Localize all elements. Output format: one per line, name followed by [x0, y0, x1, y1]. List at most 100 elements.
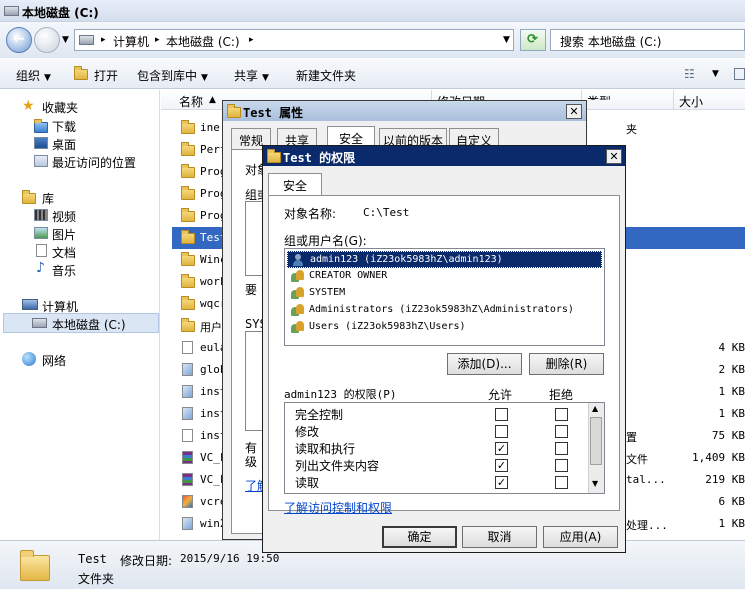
search-input[interactable]: 搜索 本地磁盘 (C:) — [550, 29, 745, 51]
file-icon — [182, 451, 193, 464]
file-icon — [182, 363, 193, 376]
group-icon — [291, 304, 305, 317]
col-size[interactable]: 大小 — [679, 93, 703, 110]
permissions-close-button[interactable]: ✕ — [606, 149, 622, 164]
favorites-star-icon: ★ — [22, 98, 35, 114]
folder-icon — [267, 149, 281, 163]
learn-access-control-link[interactable]: 了解访问控制和权限 — [284, 499, 392, 516]
folder-icon — [227, 104, 241, 118]
col-name[interactable]: 名称 — [179, 93, 203, 110]
window-titlebar: 本地磁盘 (C:) — [0, 0, 745, 22]
file-size: 6 KB — [718, 495, 745, 508]
allow-checkbox[interactable]: ✓ — [495, 442, 508, 455]
nav-desktop[interactable]: 桌面 — [52, 136, 76, 153]
window-title: 本地磁盘 (C:) — [22, 6, 99, 20]
nav-videos[interactable]: 视频 — [52, 208, 76, 225]
permissions-for-label: admin123 的权限(P) — [284, 388, 397, 401]
properties-title: Test 属性 — [243, 106, 304, 120]
allow-checkbox[interactable] — [495, 408, 508, 421]
user-list-item[interactable]: admin123 (iZ23ok5983hZ\admin123) — [287, 251, 602, 268]
view-dropdown-icon[interactable]: ▼ — [712, 69, 719, 79]
nav-recent[interactable]: 最近访问的位置 — [52, 154, 136, 171]
open-button[interactable]: 打开 — [74, 66, 119, 84]
cancel-button[interactable]: 取消 — [462, 526, 537, 548]
nav-downloads[interactable]: 下载 — [52, 118, 76, 135]
deny-checkbox[interactable] — [555, 476, 568, 489]
local-disk-icon — [32, 318, 47, 328]
col-type[interactable]: 类型 — [587, 93, 611, 100]
include-library-button[interactable]: 包含到库中 ▼ — [137, 67, 208, 84]
user-list-item[interactable]: Administrators (iZ23ok5983hZ\Administrat… — [287, 302, 602, 319]
nav-favorites[interactable]: 收藏夹 — [42, 99, 78, 116]
history-dropdown-icon[interactable]: ▼ — [62, 35, 69, 45]
allow-checkbox[interactable]: ✓ — [495, 476, 508, 489]
permission-name: 读取 — [295, 476, 320, 490]
view-options-icon[interactable]: ☷ — [684, 67, 695, 81]
tab-security[interactable]: 安全 — [268, 173, 322, 196]
refresh-button[interactable]: ⟳ — [520, 29, 546, 51]
share-button[interactable]: 共享 ▼ — [234, 67, 269, 84]
pictures-icon — [34, 227, 48, 239]
nav-pictures[interactable]: 图片 — [52, 226, 76, 243]
forward-button[interactable]: → — [34, 27, 60, 53]
deny-column-label: 拒绝 — [549, 388, 574, 402]
user-name: admin123 (iZ23ok5983hZ\admin123) — [310, 254, 503, 265]
allow-checkbox[interactable]: ✓ — [495, 459, 508, 472]
permission-name: 修改 — [295, 425, 320, 439]
user-list-item[interactable]: SYSTEM — [287, 285, 602, 302]
props-edit-label: 要 — [245, 283, 258, 297]
folder-large-icon — [20, 550, 50, 581]
documents-icon — [36, 244, 47, 257]
file-name: ine — [200, 121, 220, 134]
user-list-item[interactable]: CREATOR OWNER — [287, 268, 602, 285]
allow-checkbox[interactable] — [495, 425, 508, 438]
nav-network[interactable]: 网络 — [42, 352, 66, 369]
nav-music[interactable]: 音乐 — [52, 262, 76, 279]
nav-local-disk[interactable]: 本地磁盘 (C:) — [52, 316, 126, 333]
nav-libraries[interactable]: 库 — [42, 190, 54, 207]
address-field[interactable]: ▸ 计算机 ▸ 本地磁盘 (C:) ▸ ▼ — [74, 29, 514, 51]
chevron-right-icon[interactable]: ▸ — [249, 35, 254, 45]
back-button[interactable]: ← — [6, 27, 32, 53]
permission-scrollbar[interactable]: ▲ ▼ — [588, 403, 604, 493]
search-placeholder: 搜索 本地磁盘 (C:) — [560, 35, 662, 49]
user-list[interactable]: admin123 (iZ23ok5983hZ\admin123) CREATOR … — [284, 248, 605, 346]
chevron-right-icon[interactable]: ▸ — [101, 35, 106, 45]
scroll-up-icon[interactable]: ▲ — [592, 404, 598, 413]
organize-button[interactable]: 组织 ▼ — [16, 67, 51, 84]
nav-documents[interactable]: 文档 — [52, 244, 76, 261]
file-icon — [182, 495, 193, 508]
folder-icon — [181, 274, 195, 288]
preview-pane-icon[interactable] — [734, 68, 745, 80]
file-type: 置 — [626, 431, 637, 444]
deny-checkbox[interactable] — [555, 459, 568, 472]
folder-icon — [181, 318, 195, 332]
user-list-item[interactable]: Users (iZ23ok5983hZ\Users) — [287, 319, 602, 336]
new-folder-button[interactable]: 新建文件夹 — [296, 67, 356, 84]
add-button[interactable]: 添加(D)... — [447, 353, 522, 375]
folder-icon — [181, 142, 195, 156]
folder-icon — [74, 66, 88, 80]
chevron-down-icon: ▼ — [44, 73, 51, 83]
properties-close-button[interactable]: ✕ — [566, 104, 582, 119]
deny-checkbox[interactable] — [555, 408, 568, 421]
crumb-computer[interactable]: 计算机 — [113, 33, 149, 50]
deny-checkbox[interactable] — [555, 442, 568, 455]
crumb-local-disk[interactable]: 本地磁盘 (C:) — [166, 33, 240, 50]
group-icon — [291, 287, 305, 300]
address-dropdown-icon[interactable]: ▼ — [503, 35, 510, 45]
deny-checkbox[interactable] — [555, 425, 568, 438]
remove-button[interactable]: 删除(R) — [529, 353, 604, 375]
ok-button[interactable]: 确定 — [382, 526, 457, 548]
scroll-thumb[interactable] — [590, 417, 602, 465]
open-label: 打开 — [94, 69, 119, 83]
desktop-icon — [34, 137, 48, 149]
permission-list: 完全控制 修改 读取和执行 ✓ 列出文件夹内容 ✓ 读取 ✓ ▲ ▼ — [284, 402, 605, 494]
user-name: Administrators (iZ23ok5983hZ\Administrat… — [309, 304, 574, 315]
chevron-right-icon[interactable]: ▸ — [155, 35, 160, 45]
groups-label: 组或用户名(G): — [284, 234, 367, 248]
downloads-icon — [34, 119, 48, 133]
apply-button[interactable]: 应用(A) — [543, 526, 618, 548]
scroll-down-icon[interactable]: ▼ — [592, 479, 598, 488]
file-type: 夹 — [626, 123, 637, 136]
